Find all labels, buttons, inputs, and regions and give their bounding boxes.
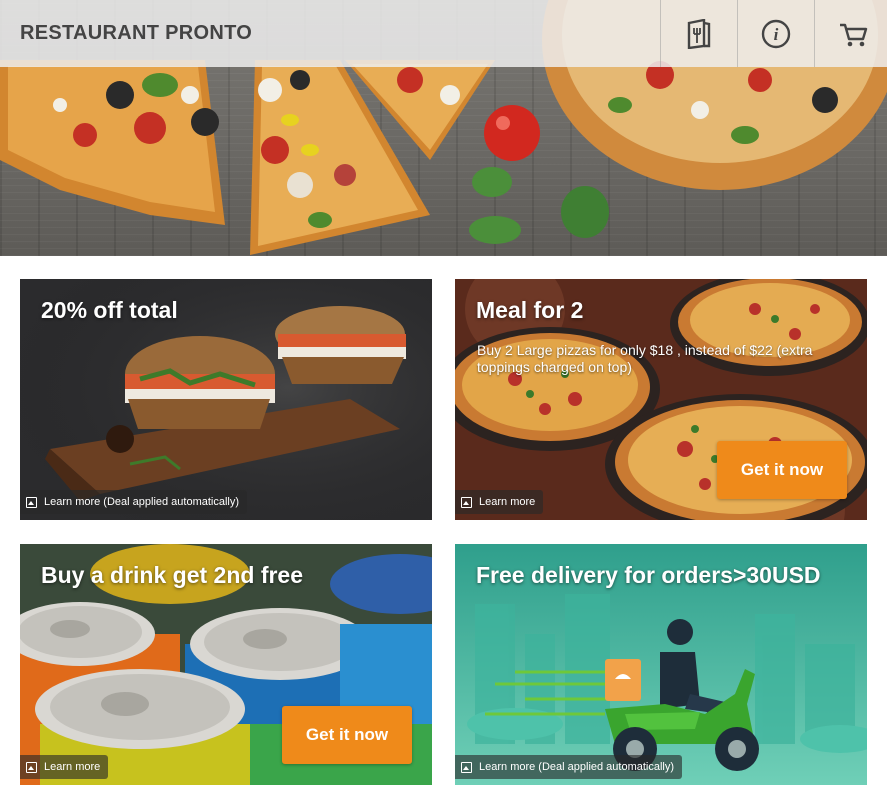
learn-more-label: Learn more (Deal applied automatically) [479,761,675,773]
deal-card-free-delivery[interactable]: Free delivery for orders>30USD Learn mor… [455,544,867,785]
top-navigation-bar: RESTAURANT PRONTO i [0,0,887,67]
deal-card-20-off[interactable]: 20% off total Learn more (Deal applied a… [20,279,432,520]
info-button[interactable]: i [737,0,814,67]
learn-more-label: Learn more [44,761,101,773]
deal-card-meal-for-2[interactable]: Meal for 2 Buy 2 Large pizzas for only $… [455,279,867,520]
learn-more-link[interactable]: Learn more (Deal applied automatically) [20,490,248,514]
menu-book-icon [687,18,711,49]
learn-more-label: Learn more [479,496,536,508]
deal-title: Buy a drink get 2nd free [41,562,304,588]
menu-button[interactable] [660,0,737,67]
get-it-now-button[interactable]: Get it now [717,441,847,499]
cart-icon [840,23,868,46]
learn-more-icon [461,761,472,773]
deal-title: Meal for 2 [476,297,584,323]
learn-more-link[interactable]: Learn more [455,490,544,514]
learn-more-icon [26,761,37,773]
hero-banner: RESTAURANT PRONTO i [0,0,887,256]
deal-description: Buy 2 Large pizzas for only $18 , instea… [477,342,813,375]
cart-button[interactable] [814,0,887,67]
learn-more-link[interactable]: Learn more (Deal applied automatically) [455,755,683,779]
brand-name[interactable]: RESTAURANT PRONTO [20,22,252,45]
deal-title: 20% off total [41,297,178,323]
svg-text:i: i [774,25,779,44]
learn-more-icon [26,496,37,508]
learn-more-icon [461,496,472,508]
get-it-now-button[interactable]: Get it now [282,706,412,764]
deal-card-drink[interactable]: Buy a drink get 2nd free Get it now Lear… [20,544,432,785]
learn-more-link[interactable]: Learn more [20,755,109,779]
deal-title: Free delivery for orders>30USD [476,562,821,588]
info-icon: i [761,19,791,48]
learn-more-label: Learn more (Deal applied automatically) [44,496,240,508]
